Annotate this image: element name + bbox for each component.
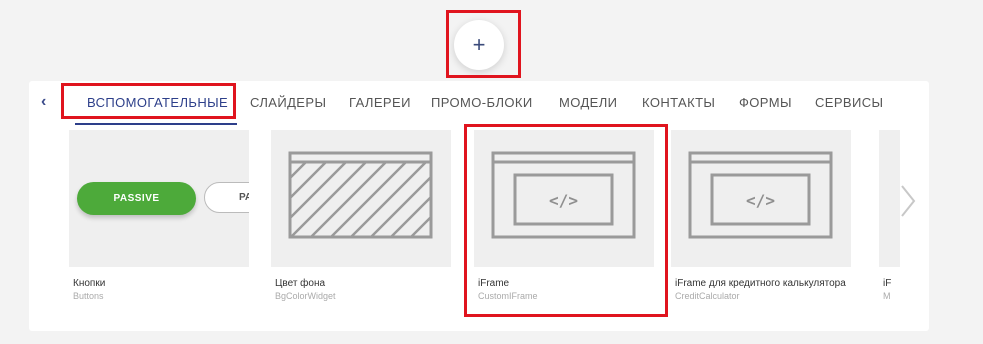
widget-subtitle: M: [883, 291, 891, 301]
hatched-block-icon: [288, 151, 433, 239]
widget-card-bgcolor[interactable]: Цвет фона BgColorWidget: [271, 130, 451, 301]
tab-contacts[interactable]: КОНТАКТЫ: [642, 95, 715, 110]
passive-button-preview: PASSIVE: [77, 182, 196, 215]
widget-preview: </>: [671, 130, 851, 267]
iframe-code-icon: </>: [688, 151, 833, 239]
tab-services[interactable]: СЕРВИСЫ: [815, 95, 883, 110]
back-arrow-icon[interactable]: ‹: [41, 93, 46, 111]
widget-subtitle: CustomIFrame: [478, 291, 538, 301]
outline-button-preview: PA: [204, 182, 249, 213]
plus-icon: +: [472, 32, 486, 57]
add-block-button[interactable]: +: [454, 20, 504, 70]
widget-subtitle: Buttons: [73, 291, 104, 301]
widget-subtitle: BgColorWidget: [275, 291, 336, 301]
active-tab-underline: [75, 123, 237, 125]
tab-promo-blocks[interactable]: ПРОМО-БЛОКИ: [431, 95, 533, 110]
chevron-right-icon[interactable]: [892, 181, 922, 221]
widget-preview: PASSIVE PA: [69, 130, 249, 267]
widget-card-partial[interactable]: iF M: [879, 130, 900, 330]
svg-text:</>: </>: [746, 191, 775, 210]
widget-picker-panel: ‹ ВСПОМОГАТЕЛЬНЫЕ СЛАЙДЕРЫ ГАЛЕРЕИ ПРОМО…: [29, 81, 929, 331]
widget-title: iF: [883, 278, 892, 289]
add-block-area: +: [446, 10, 521, 78]
widget-preview: </>: [474, 130, 654, 267]
tab-auxiliary[interactable]: ВСПОМОГАТЕЛЬНЫЕ: [87, 95, 228, 110]
tab-models[interactable]: МОДЕЛИ: [559, 95, 617, 110]
tab-galleries[interactable]: ГАЛЕРЕИ: [349, 95, 411, 110]
widget-title: iFrame для кредитного калькулятора: [675, 278, 846, 289]
widget-title: Цвет фона: [275, 278, 326, 289]
tab-sliders[interactable]: СЛАЙДЕРЫ: [250, 95, 326, 110]
widget-title: Кнопки: [73, 278, 106, 289]
widget-subtitle: CreditCalculator: [675, 291, 740, 301]
tab-forms[interactable]: ФОРМЫ: [739, 95, 792, 110]
widget-card-buttons[interactable]: PASSIVE PA Кнопки Buttons: [69, 130, 249, 301]
iframe-code-icon: </>: [491, 151, 636, 239]
widget-title: iFrame: [478, 278, 510, 289]
svg-text:</>: </>: [549, 191, 578, 210]
widget-preview: [271, 130, 451, 267]
widget-card-iframe[interactable]: </> iFrame CustomIFrame: [474, 130, 654, 301]
widget-card-credit-calculator[interactable]: </> iFrame для кредитного калькулятора C…: [671, 130, 851, 301]
